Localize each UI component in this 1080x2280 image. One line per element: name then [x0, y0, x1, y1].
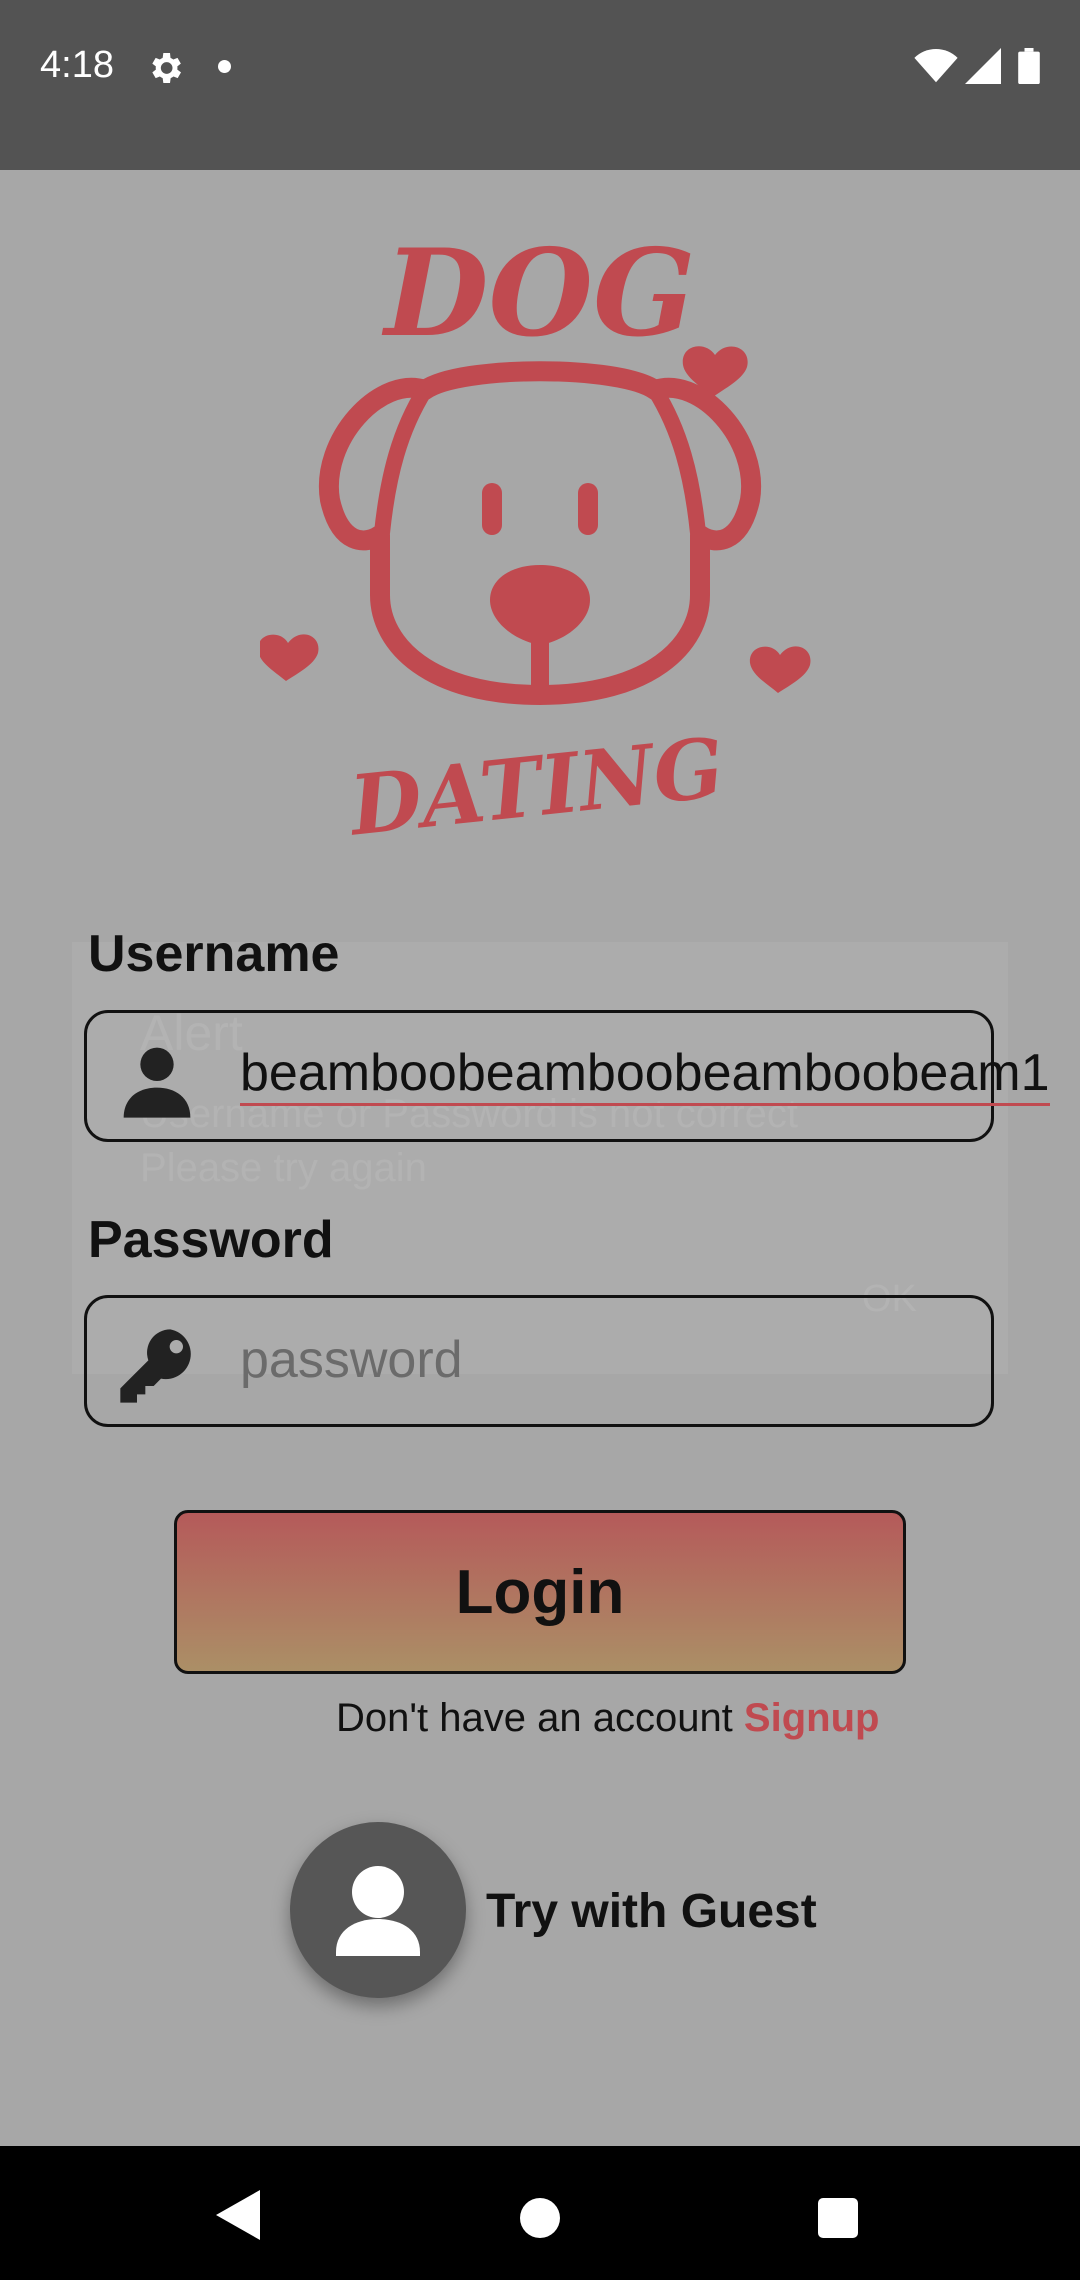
signal-icon	[965, 48, 1001, 84]
alert-message-line2: Please try again	[140, 1146, 427, 1190]
login-button-label: Login	[455, 1557, 625, 1627]
signup-row: Don't have an account Signup	[336, 1696, 879, 1741]
password-input[interactable]: password	[240, 1330, 463, 1390]
login-button[interactable]: Login	[174, 1510, 906, 1674]
status-time: 4:18	[40, 44, 114, 86]
logo-bottom-text: DATING	[344, 720, 729, 855]
try-guest-link[interactable]: Try with Guest	[486, 1884, 817, 1939]
recents-icon[interactable]	[818, 2198, 858, 2238]
heart-icon	[260, 634, 319, 681]
password-field[interactable]	[84, 1295, 994, 1427]
notification-dot-icon	[218, 60, 231, 73]
logo-top-text: DOG	[381, 223, 695, 364]
user-icon	[123, 1047, 191, 1118]
key-icon	[120, 1329, 191, 1403]
heart-icon	[749, 646, 811, 693]
password-label: Password	[88, 1211, 334, 1269]
signup-link[interactable]: Signup	[744, 1696, 880, 1740]
gear-icon	[152, 53, 181, 83]
status-bar: 4:18	[0, 0, 1080, 170]
guest-user-icon	[336, 1866, 420, 1956]
username-label: Username	[88, 925, 340, 983]
wifi-icon	[914, 48, 958, 83]
username-input[interactable]: beamboobeamboobeamboobeam1	[240, 1043, 1050, 1106]
signup-prompt: Don't have an account	[336, 1696, 733, 1740]
dog-dating-logo: DOG DATING	[260, 223, 811, 855]
guest-avatar-button[interactable]	[290, 1822, 466, 1998]
navigation-bar	[0, 2146, 1080, 2280]
home-icon[interactable]	[520, 2198, 560, 2238]
back-icon[interactable]	[216, 2190, 260, 2240]
battery-icon	[1018, 48, 1040, 84]
